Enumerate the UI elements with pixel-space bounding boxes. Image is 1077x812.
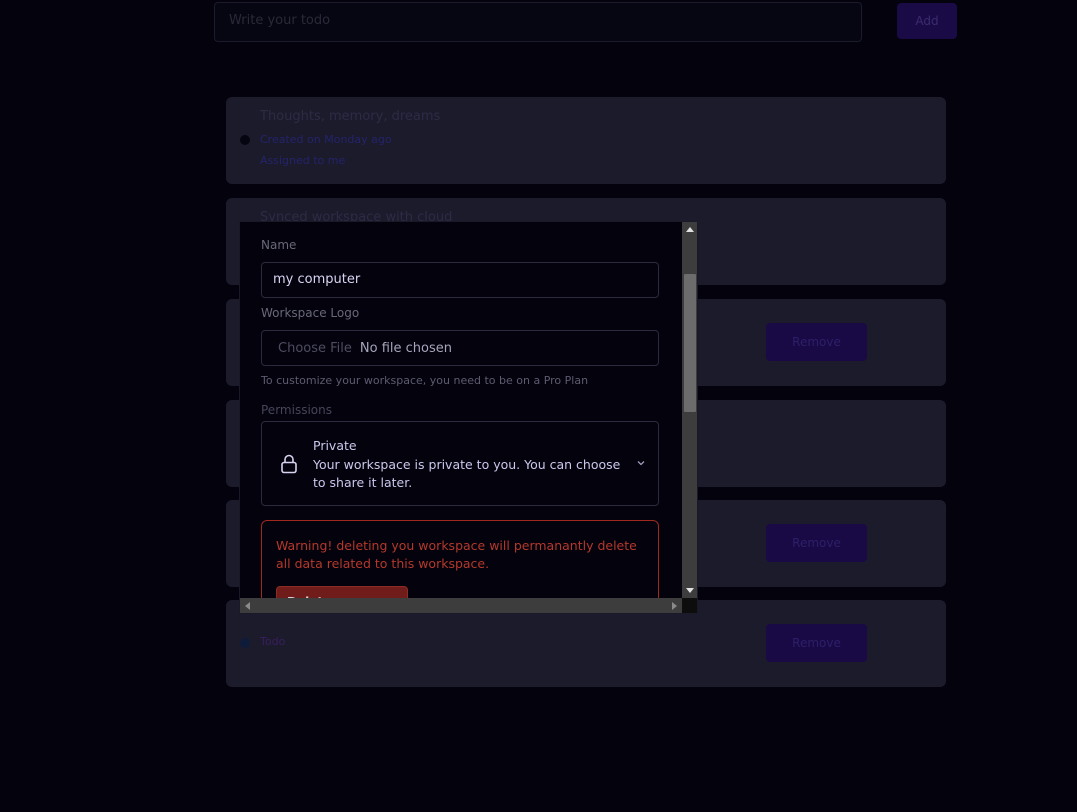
scroll-right-arrow-icon[interactable] bbox=[672, 602, 677, 610]
permission-description: Your workspace is private to you. You ca… bbox=[313, 457, 621, 490]
delete-warning-text: Warning! deleting you workspace will per… bbox=[276, 538, 637, 571]
choose-file-button[interactable]: Choose File bbox=[278, 341, 352, 356]
list-item: Thoughts, memory, dreams Created on Mond… bbox=[226, 97, 946, 184]
workspace-logo-file-input[interactable]: Choose File No file chosen bbox=[261, 330, 659, 366]
horizontal-scrollbar[interactable] bbox=[240, 598, 682, 613]
permission-title: Private bbox=[313, 438, 357, 453]
permissions-label: Permissions bbox=[261, 403, 332, 417]
delete-workspace-button[interactable]: Delete Workspace bbox=[276, 586, 408, 598]
workspace-logo-label: Workspace Logo bbox=[261, 306, 360, 320]
status-dot bbox=[240, 638, 250, 648]
name-label: Name bbox=[261, 238, 297, 252]
remove-button[interactable]: Remove bbox=[766, 524, 867, 562]
delete-warning-box: Warning! deleting you workspace will per… bbox=[261, 520, 659, 598]
remove-button[interactable]: Remove bbox=[766, 323, 867, 361]
modal-scroll-content: Name my computer Workspace Logo Choose F… bbox=[240, 222, 682, 598]
chevron-down-icon bbox=[637, 461, 645, 466]
scroll-up-arrow-icon[interactable] bbox=[686, 227, 694, 232]
remove-button[interactable]: Remove bbox=[766, 624, 867, 662]
permissions-select[interactable]: Private Your workspace is private to you… bbox=[261, 421, 659, 506]
no-file-chosen-text: No file chosen bbox=[359, 340, 452, 356]
vertical-scrollbar[interactable] bbox=[682, 222, 697, 598]
add-todo-button[interactable]: Add bbox=[897, 3, 957, 39]
list-item-meta: Created on Monday ago bbox=[260, 133, 392, 146]
new-todo-input[interactable]: Write your todo bbox=[214, 2, 862, 42]
status-dot bbox=[240, 135, 250, 145]
list-item-meta: Assigned to me bbox=[260, 154, 346, 167]
vertical-scroll-thumb[interactable] bbox=[684, 274, 696, 412]
pro-plan-hint: To customize your workspace, you need to… bbox=[261, 374, 589, 387]
scroll-down-arrow-icon[interactable] bbox=[686, 588, 694, 593]
workspace-settings-modal: Name my computer Workspace Logo Choose F… bbox=[239, 221, 698, 614]
scrollbar-corner bbox=[682, 598, 697, 613]
workspace-name-input[interactable]: my computer bbox=[261, 262, 659, 298]
lock-icon bbox=[281, 454, 297, 474]
list-item-title: Todo bbox=[260, 635, 286, 648]
scroll-left-arrow-icon[interactable] bbox=[245, 602, 250, 610]
list-item-title: Thoughts, memory, dreams bbox=[260, 109, 441, 124]
